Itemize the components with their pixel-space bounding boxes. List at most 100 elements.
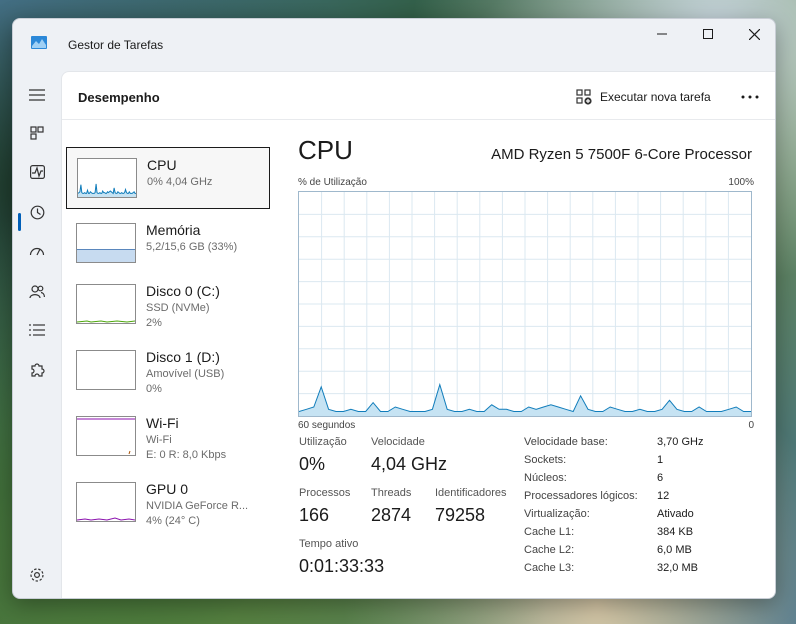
handles-label: Identificadores [435,487,507,499]
page-header: Desempenho Executar nova tarefa [62,72,775,120]
processes-icon [30,126,44,140]
task-manager-app-icon [31,36,47,49]
nav-performance-button[interactable] [25,160,49,184]
perf-item-detail: Amovível (USB) [146,368,225,380]
perf-item-detail-2: 0% [146,383,162,395]
task-manager-window: Gestor de Tarefas Desempenho Executar no… [12,18,776,599]
l3-cache-value: 32,0 MB [657,562,698,574]
virtualization-value: Ativado [657,508,694,520]
perf-item-detail: 5,2/15,6 GB (33%) [146,241,238,253]
logical-processors-value: 12 [657,490,670,502]
speed-value: 4,04 GHz [371,454,448,474]
nav-services-button[interactable] [25,358,49,382]
l3-cache-label: Cache L3: [524,562,575,574]
nav-details-button[interactable] [25,318,49,342]
perf-item-detail-2: 2% [146,317,162,329]
wifi-mini-graph [76,416,136,456]
mini-graph-line [78,183,136,195]
navigation-rail [13,69,61,598]
perf-item-disk-0[interactable]: Disco 0 (C:) SSD (NVMe) 2% [66,274,270,336]
services-puzzle-icon [31,363,45,377]
perf-item-detail: Wi-Fi [146,434,172,446]
maximize-button[interactable] [685,19,731,49]
perf-item-detail: 0% 4,04 GHz [147,176,213,188]
perf-item-name: Disco 0 (C:) [146,283,220,299]
perf-item-cpu[interactable]: CPU 0% 4,04 GHz [66,147,270,209]
memory-mini-graph [76,223,136,263]
perf-item-memory[interactable]: Memória 5,2/15,6 GB (33%) [66,213,270,275]
minimize-button[interactable] [639,19,685,49]
graph-time-span-label: 60 segundos [298,420,356,431]
l2-cache-value: 6,0 MB [657,544,692,556]
title-bar[interactable]: Gestor de Tarefas [13,19,775,69]
threads-value: 2874 [371,505,412,525]
minimize-icon [657,33,667,35]
nav-app-history-button[interactable] [25,200,49,224]
perf-item-wifi[interactable]: Wi-Fi Wi-Fi E: 0 R: 8,0 Kbps [66,406,270,468]
speedometer-icon [29,247,45,256]
window-title: Gestor de Tarefas [68,38,164,52]
hamburger-icon [29,89,45,101]
cpu-title: CPU [298,135,353,165]
cpu-utilization-graph [298,191,752,417]
nav-settings-button[interactable] [25,563,49,587]
utilization-label: Utilização [299,436,347,448]
threads-label: Threads [371,487,412,499]
close-button[interactable] [731,19,775,49]
l2-cache-label: Cache L2: [524,544,575,556]
graph-max-label: 100% [728,177,754,188]
graph-time-end-label: 0 [748,420,754,431]
base-speed-label: Velocidade base: [524,436,608,448]
details-list-icon [29,324,45,336]
mini-graph-area [77,249,135,262]
page-title: Desempenho [78,90,160,105]
perf-item-gpu-0[interactable]: GPU 0 NVIDIA GeForce R... 4% (24° C) [66,472,270,534]
handles-value: 79258 [435,505,486,525]
gear-icon [30,568,44,582]
utilization-value: 0% [299,454,326,474]
history-icon [30,205,44,219]
more-options-button[interactable] [736,86,764,108]
utilization-graph-label: % de Utilização [298,177,367,188]
run-task-icon [576,89,592,105]
nav-processes-button[interactable] [25,121,49,145]
users-icon [29,284,45,298]
hamburger-menu-button[interactable] [25,83,49,107]
mini-graph-blip [128,450,131,455]
perf-item-name: GPU 0 [146,481,189,497]
perf-item-detail-2: 4% (24° C) [146,515,200,527]
perf-item-detail-2: E: 0 R: 8,0 Kbps [146,449,227,461]
cores-label: Núcleos: [524,472,567,484]
perf-item-detail: SSD (NVMe) [146,302,210,314]
active-nav-indicator [18,213,21,231]
processes-value: 166 [299,505,330,525]
logical-processors-label: Processadores lógicos: [524,490,638,502]
maximize-icon [703,29,713,39]
uptime-value: 0:01:33:33 [299,556,385,576]
mini-graph-line [77,517,135,521]
perf-item-disk-1[interactable]: Disco 1 (D:) Amovível (USB) 0% [66,340,270,402]
perf-item-name: CPU [147,157,177,173]
uptime-label: Tempo ativo [299,538,359,550]
mini-graph-area [78,183,136,197]
perf-item-name: Wi-Fi [146,415,179,431]
processes-label: Processos [299,487,351,499]
processor-name: AMD Ryzen 5 7500F 6-Core Processor [491,146,752,163]
cpu-mini-graph [77,158,137,198]
performance-icon [29,165,45,179]
run-new-task-button[interactable]: Executar nova tarefa [576,86,711,108]
nav-users-button[interactable] [25,279,49,303]
sockets-label: Sockets: [524,454,567,466]
content-pane: Desempenho Executar nova tarefa CPU 0% 4… [61,71,775,598]
perf-item-name: Memória [146,222,201,238]
perf-item-name: Disco 1 (D:) [146,349,220,365]
nav-startup-apps-button[interactable] [25,239,49,263]
l1-cache-label: Cache L1: [524,526,575,538]
sockets-value: 1 [657,454,664,466]
perf-item-detail: NVIDIA GeForce R... [146,500,249,512]
more-options-icon [741,95,759,99]
disk0-mini-graph [76,284,136,324]
speed-label: Velocidade [371,436,425,448]
disk1-mini-graph [76,350,136,390]
l1-cache-value: 384 KB [657,526,694,538]
